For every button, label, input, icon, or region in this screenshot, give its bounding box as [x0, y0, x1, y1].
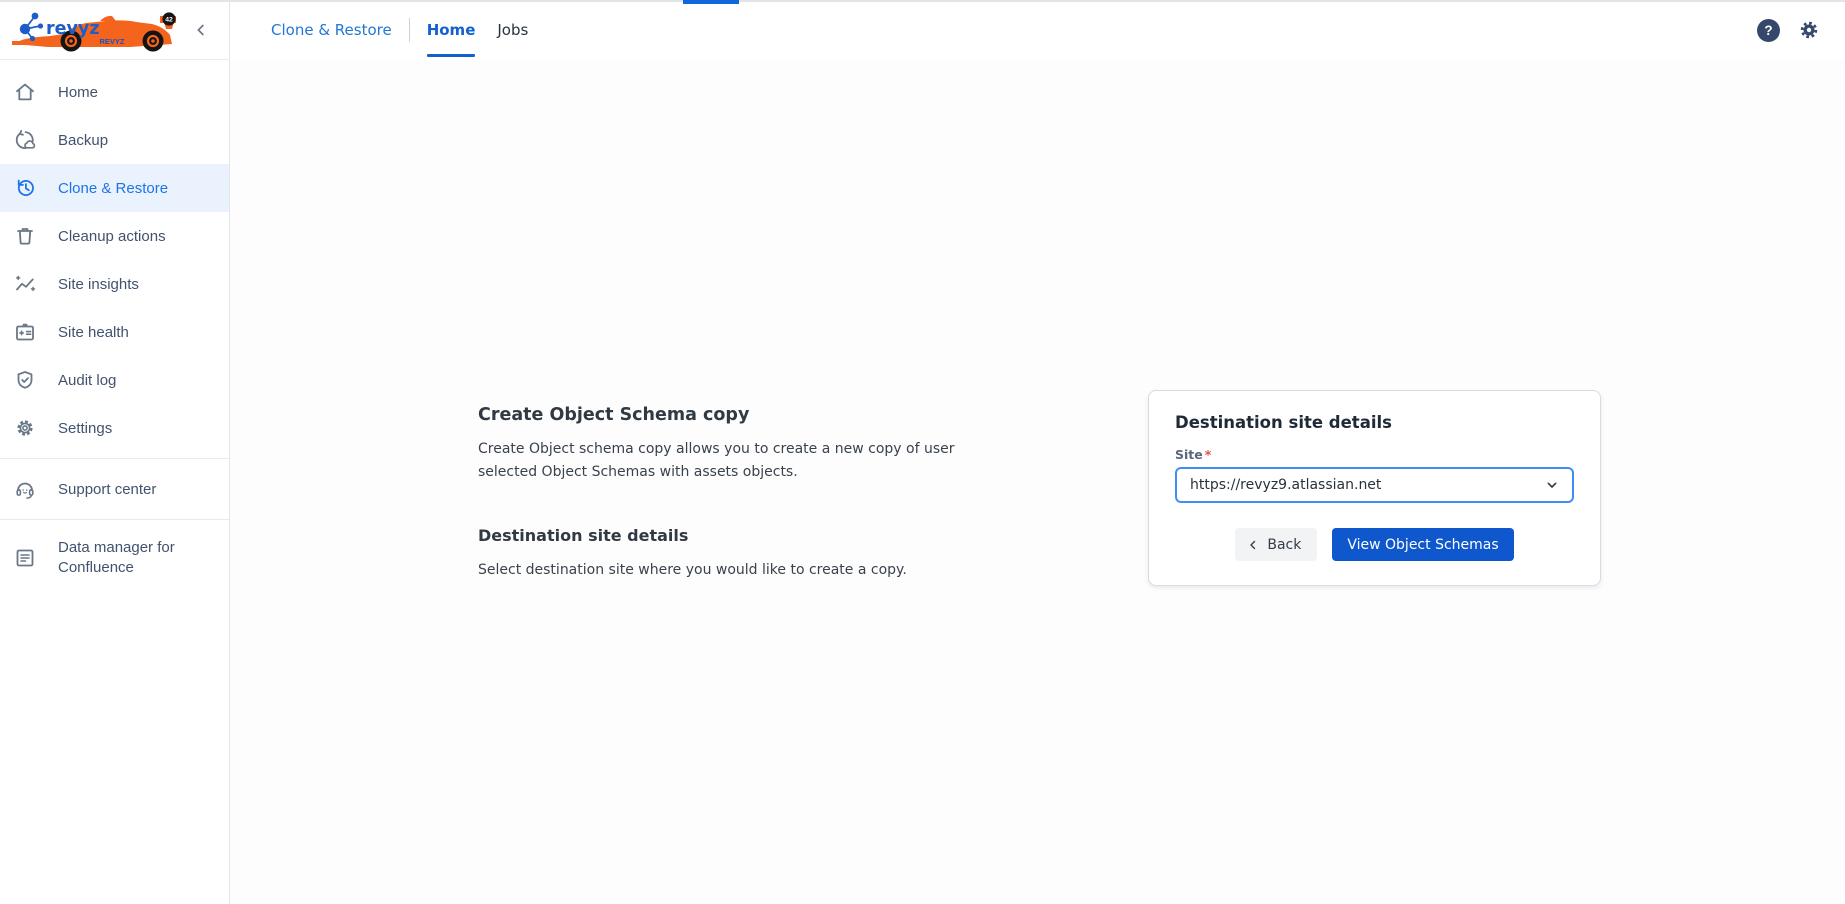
chevron-down-icon	[1544, 477, 1560, 493]
chevron-left-icon	[192, 21, 210, 39]
site-select[interactable]: https://revyz9.atlassian.net	[1175, 467, 1574, 503]
content-column: Clone & Restore Home Jobs ?	[230, 0, 1845, 904]
page-description: Create Object schema copy allows you to …	[478, 438, 956, 483]
section-title: Destination site details	[478, 526, 956, 545]
help-glyph: ?	[1764, 23, 1772, 38]
active-tab-indicator	[427, 54, 476, 57]
sidebar-item-site-health[interactable]: Site health	[0, 308, 229, 356]
required-asterisk: *	[1205, 447, 1212, 462]
view-object-schemas-button[interactable]: View Object Schemas	[1332, 528, 1513, 561]
tab-bar: Home Jobs	[427, 0, 529, 60]
car-number: 42	[165, 16, 173, 23]
headset-support-icon	[13, 477, 37, 501]
chevron-left-icon	[1247, 539, 1259, 551]
intro-section: Create Object Schema copy Create Object …	[478, 405, 956, 582]
sidebar-nav: Home Backup Clone & Restore	[0, 60, 229, 452]
sidebar-item-site-insights[interactable]: Site insights	[0, 260, 229, 308]
sidebar-item-backup[interactable]: Backup	[0, 116, 229, 164]
sidebar-item-settings[interactable]: Settings	[0, 404, 229, 452]
settings-gear-icon[interactable]	[1797, 18, 1821, 42]
tab-label: Home	[427, 21, 476, 39]
breadcrumb[interactable]: Clone & Restore	[271, 21, 392, 39]
tab-label: Jobs	[497, 21, 528, 39]
revyz-logo: 42 REVYZ	[12, 7, 187, 53]
sidebar-item-label: Site health	[58, 324, 129, 341]
home-icon	[13, 80, 37, 104]
top-bar: Clone & Restore Home Jobs ?	[230, 0, 1845, 60]
card-button-row: Back View Object Schemas	[1175, 528, 1574, 561]
shield-check-icon	[13, 368, 37, 392]
site-select-value: https://revyz9.atlassian.net	[1190, 477, 1544, 493]
sidebar-item-cleanup-actions[interactable]: Cleanup actions	[0, 212, 229, 260]
car-side-label: REVYZ	[99, 37, 124, 46]
gear-icon	[13, 416, 37, 440]
sidebar-collapse-button[interactable]	[187, 16, 215, 44]
card-title: Destination site details	[1175, 413, 1574, 432]
molecule-icon	[20, 12, 43, 40]
sidebar-item-label: Support center	[58, 481, 156, 498]
tab-jobs[interactable]: Jobs	[497, 0, 528, 60]
brand-wordmark: revyz	[46, 19, 100, 39]
restore-history-icon	[13, 176, 37, 200]
sidebar-item-audit-log[interactable]: Audit log	[0, 356, 229, 404]
app-root: 42 REVYZ	[0, 0, 1845, 904]
sidebar-logo-row: 42 REVYZ	[0, 0, 229, 60]
sidebar-item-label: Clone & Restore	[58, 180, 168, 197]
sidebar-item-data-manager-confluence[interactable]: Data manager for Confluence	[0, 526, 229, 590]
sidebar-divider	[0, 519, 229, 520]
sidebar-item-label: Cleanup actions	[58, 228, 166, 245]
destination-site-card: Destination site details Site* https://r…	[1148, 390, 1601, 586]
site-field-label: Site*	[1175, 447, 1574, 462]
sidebar-item-label: Backup	[58, 132, 108, 149]
health-card-icon	[13, 320, 37, 344]
main-content: Create Object Schema copy Create Object …	[230, 60, 1845, 904]
tab-home[interactable]: Home	[427, 0, 476, 60]
sidebar-divider	[0, 458, 229, 459]
sidebar-item-label: Audit log	[58, 372, 116, 389]
article-document-icon	[13, 546, 37, 570]
backup-cloud-icon	[13, 128, 37, 152]
sidebar-item-label: Settings	[58, 420, 112, 437]
sidebar-item-label: Data manager for Confluence	[58, 538, 213, 578]
sidebar-item-home[interactable]: Home	[0, 68, 229, 116]
primary-button-label: View Object Schemas	[1347, 537, 1498, 553]
back-button-label: Back	[1267, 537, 1301, 553]
trash-icon	[13, 224, 37, 248]
help-icon[interactable]: ?	[1757, 19, 1780, 42]
sidebar-item-support-center[interactable]: Support center	[0, 465, 229, 513]
back-button[interactable]: Back	[1235, 528, 1317, 561]
page-title: Create Object Schema copy	[478, 405, 956, 425]
section-description: Select destination site where you would …	[478, 559, 956, 582]
site-label-text: Site	[1175, 447, 1203, 462]
trending-insights-icon	[13, 272, 37, 296]
revyz-car-logo-image: 42 REVYZ	[12, 7, 184, 53]
breadcrumb-divider	[409, 18, 410, 42]
sidebar-item-clone-restore[interactable]: Clone & Restore	[0, 164, 229, 212]
sidebar: 42 REVYZ	[0, 0, 230, 904]
sidebar-item-label: Site insights	[58, 276, 139, 293]
sidebar-item-label: Home	[58, 84, 98, 101]
